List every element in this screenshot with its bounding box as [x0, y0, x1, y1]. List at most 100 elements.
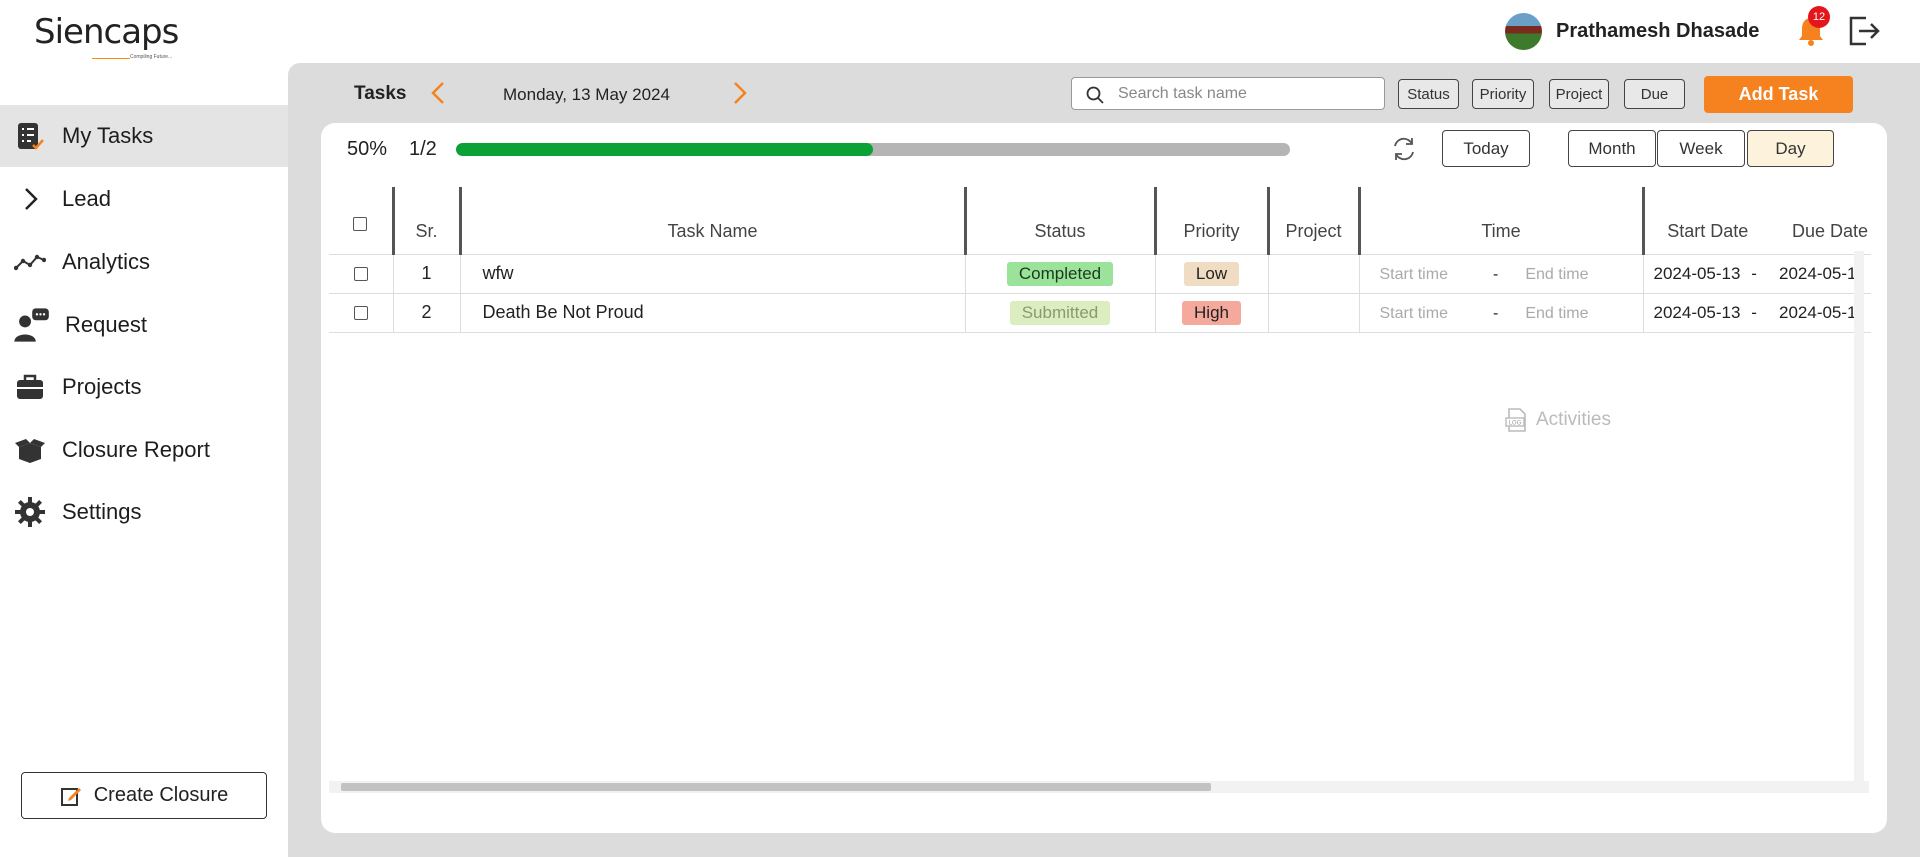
- table-row[interactable]: 1 wfw Completed Low Start time - End tim…: [329, 254, 1871, 294]
- row-start-date[interactable]: 2024-05-13: [1654, 264, 1741, 283]
- status-badge[interactable]: Completed: [1006, 261, 1114, 286]
- search-box: [1071, 77, 1385, 110]
- row-select-cell: [329, 293, 394, 333]
- sidebar-item-label: Request: [65, 312, 147, 337]
- briefcase-icon: [17, 374, 43, 399]
- column-header-sr[interactable]: Sr.: [393, 187, 462, 255]
- row-start-date[interactable]: 2024-05-13: [1654, 303, 1741, 322]
- column-header-time[interactable]: Time: [1359, 187, 1645, 255]
- select-all-checkbox[interactable]: [353, 216, 368, 231]
- start-time-input[interactable]: Start time: [1380, 305, 1448, 322]
- horizontal-scrollbar-thumb[interactable]: [341, 783, 1211, 791]
- row-time-cell: Start time - End time: [1359, 293, 1644, 333]
- start-time-input[interactable]: Start time: [1380, 266, 1448, 283]
- user-profile[interactable]: Prathamesh Dhasade: [1505, 12, 1759, 50]
- sidebar-item-closure-report[interactable]: Closure Report: [0, 419, 288, 481]
- logout-icon[interactable]: [1846, 14, 1882, 48]
- refresh-icon[interactable]: [1390, 135, 1418, 163]
- siencaps-logo[interactable]: Siencaps Compiling Future...: [34, 10, 184, 62]
- sidebar-item-label: Analytics: [62, 249, 151, 274]
- analytics-line-icon: [14, 254, 46, 271]
- horizontal-scrollbar[interactable]: [329, 781, 1869, 793]
- current-date: Monday, 13 May 2024: [503, 85, 670, 104]
- sidebar-item-lead[interactable]: Lead: [0, 168, 288, 230]
- open-box-icon: [15, 439, 45, 463]
- sidebar-item-request[interactable]: Request: [0, 294, 288, 356]
- activities-link[interactable]: LOG Activities: [1504, 407, 1611, 433]
- table-row[interactable]: 2 Death Be Not Proud Submitted High Star…: [329, 293, 1871, 333]
- search-input[interactable]: [1118, 83, 1378, 105]
- priority-badge[interactable]: High: [1182, 300, 1241, 325]
- add-task-button[interactable]: Add Task: [1704, 76, 1853, 113]
- progress-bar-fill: [456, 143, 873, 156]
- create-closure-button[interactable]: Create Closure: [21, 772, 267, 819]
- tasks-table: Sr. Task Name Status Priority Project Ti…: [329, 187, 1871, 333]
- top-bar: Siencaps Compiling Future... Prathamesh …: [0, 0, 1920, 63]
- select-all-header: [329, 187, 395, 255]
- day-view-button[interactable]: Day: [1747, 130, 1834, 167]
- avatar[interactable]: [1505, 12, 1542, 50]
- progress-count: 1/2: [409, 138, 437, 160]
- row-priority-cell: Low: [1155, 254, 1269, 294]
- due-filter-button[interactable]: Due: [1624, 79, 1685, 109]
- progress-bar: [456, 143, 1290, 156]
- row-start-date-cell: 2024-05-13 -: [1643, 293, 1771, 333]
- logo-underline: [92, 58, 130, 59]
- row-project[interactable]: [1268, 293, 1360, 333]
- logo-tagline: Compiling Future...: [130, 54, 173, 60]
- month-view-button[interactable]: Month: [1568, 130, 1656, 167]
- status-badge[interactable]: Submitted: [1009, 300, 1111, 325]
- create-closure-label: Create Closure: [93, 784, 229, 806]
- sidebar-item-projects[interactable]: Projects: [0, 356, 288, 418]
- page-title: Tasks: [354, 83, 407, 104]
- next-day-arrow-icon[interactable]: [730, 80, 750, 106]
- priority-filter-button[interactable]: Priority: [1472, 79, 1534, 109]
- sidebar-item-label: Lead: [62, 186, 111, 211]
- time-separator: -: [1492, 305, 1499, 322]
- row-checkbox[interactable]: [353, 267, 368, 282]
- column-header-priority[interactable]: Priority: [1155, 187, 1270, 255]
- status-filter-button[interactable]: Status: [1398, 79, 1459, 109]
- progress-percent: 50%: [347, 138, 388, 160]
- row-sr: 2: [393, 293, 461, 333]
- main-content: Tasks Monday, 13 May 2024 Status Priorit…: [288, 63, 1920, 857]
- date-separator: -: [1751, 263, 1757, 283]
- row-project[interactable]: [1268, 254, 1360, 294]
- column-header-project[interactable]: Project: [1268, 187, 1361, 255]
- sidebar-item-label: Projects: [62, 374, 142, 399]
- sidebar-item-label: My Tasks: [62, 123, 154, 148]
- end-time-input[interactable]: End time: [1525, 266, 1588, 283]
- row-checkbox[interactable]: [353, 306, 368, 321]
- notification-badge: 12: [1808, 6, 1830, 28]
- row-priority-cell: High: [1155, 293, 1269, 333]
- week-view-button[interactable]: Week: [1657, 130, 1745, 167]
- sidebar-item-settings[interactable]: Settings: [0, 481, 288, 543]
- project-filter-button[interactable]: Project: [1549, 79, 1609, 109]
- user-name: Prathamesh Dhasade: [1556, 19, 1760, 42]
- log-icon: LOG: [1505, 408, 1526, 432]
- sidebar-item-analytics[interactable]: Analytics: [0, 231, 288, 293]
- end-time-input[interactable]: End time: [1525, 305, 1588, 322]
- sidebar-item-label: Settings: [62, 499, 142, 524]
- chevron-right-icon: [25, 188, 38, 210]
- column-header-due-date[interactable]: Due Date: [1771, 187, 1871, 255]
- row-start-date-cell: 2024-05-13 -: [1643, 254, 1771, 294]
- svg-text:LOG: LOG: [1509, 420, 1522, 427]
- row-status-cell: Completed: [965, 254, 1156, 294]
- vertical-scrollbar[interactable]: [1854, 251, 1864, 781]
- row-time-cell: Start time - End time: [1359, 254, 1644, 294]
- today-button[interactable]: Today: [1442, 130, 1530, 167]
- gear-icon: [15, 497, 45, 527]
- sidebar-item-my-tasks[interactable]: My Tasks: [0, 105, 288, 167]
- request-person-icon: [14, 308, 49, 342]
- row-status-cell: Submitted: [965, 293, 1156, 333]
- row-task-name[interactable]: Death Be Not Proud: [460, 293, 966, 333]
- column-header-task-name[interactable]: Task Name: [460, 187, 967, 255]
- previous-day-arrow-icon[interactable]: [428, 80, 448, 106]
- priority-badge[interactable]: Low: [1183, 261, 1240, 286]
- row-sr: 1: [393, 254, 461, 294]
- row-task-name[interactable]: wfw: [460, 254, 966, 294]
- column-header-start-date[interactable]: Start Date: [1643, 187, 1771, 255]
- logo-text: Siencaps: [34, 12, 179, 52]
- column-header-status[interactable]: Status: [965, 187, 1157, 255]
